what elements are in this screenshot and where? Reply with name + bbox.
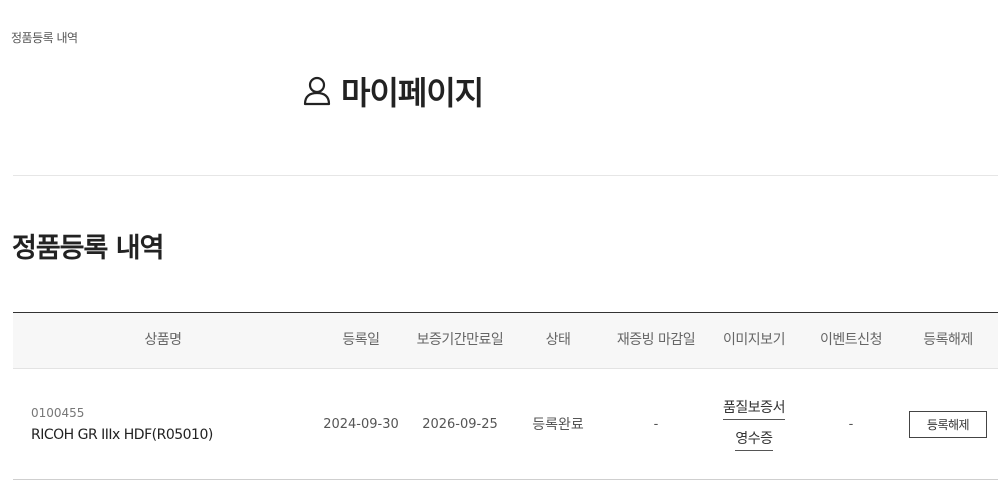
breadcrumb: 정품등록 내역 [11,31,78,45]
registration-table: 상품명 등록일 보증기간만료일 상태 재증빙 마감일 이미지보기 이벤트신청 등… [13,312,998,480]
product-cell: 0100455 RICOH GR IIIx HDF(R05010) [31,369,213,479]
table-row: 0100455 RICOH GR IIIx HDF(R05010) 2024-0… [13,369,998,480]
product-code: 0100455 [31,405,85,420]
product-name: RICOH GR IIIx HDF(R05010) [31,426,213,443]
warranty-end-date: 2026-09-25 [422,416,498,432]
status-text: 등록완료 [532,417,584,433]
column-header-image-view: 이미지보기 [723,332,785,348]
warranty-card-link[interactable]: 품질보증서 [723,397,785,420]
user-icon [303,76,331,106]
page-title: 마이페이지 [341,74,484,112]
column-header-event-apply: 이벤트신청 [820,332,882,348]
mypage-title: 마이페이지 [303,68,484,114]
image-links-cell: 품질보증서 영수증 [713,369,795,479]
table-header: 상품명 등록일 보증기간만료일 상태 재증빙 마감일 이미지보기 이벤트신청 등… [13,313,998,369]
section-title: 정품등록 내역 [12,233,164,264]
receipt-link[interactable]: 영수증 [735,428,773,451]
page: 정품등록 내역 마이페이지 정품등록 내역 상품명 등록일 보증기간만료일 상태… [0,0,1007,504]
column-header-status: 상태 [545,332,571,348]
event-apply: - [848,416,854,432]
column-header-product: 상품명 [144,332,182,348]
column-header-resubmit-deadline: 재증빙 마감일 [616,332,696,348]
unregister-button[interactable]: 등록해제 [909,410,987,438]
divider [13,175,998,176]
image-links: 품질보증서 영수증 [723,397,785,451]
column-header-reg-date: 등록일 [342,332,380,348]
unregister-cell: 등록해제 [907,369,989,479]
column-header-warranty-end: 보증기간만료일 [416,332,504,348]
resubmit-deadline: - [653,416,659,432]
column-header-unregister: 등록해제 [923,332,973,348]
reg-date: 2024-09-30 [323,416,399,432]
